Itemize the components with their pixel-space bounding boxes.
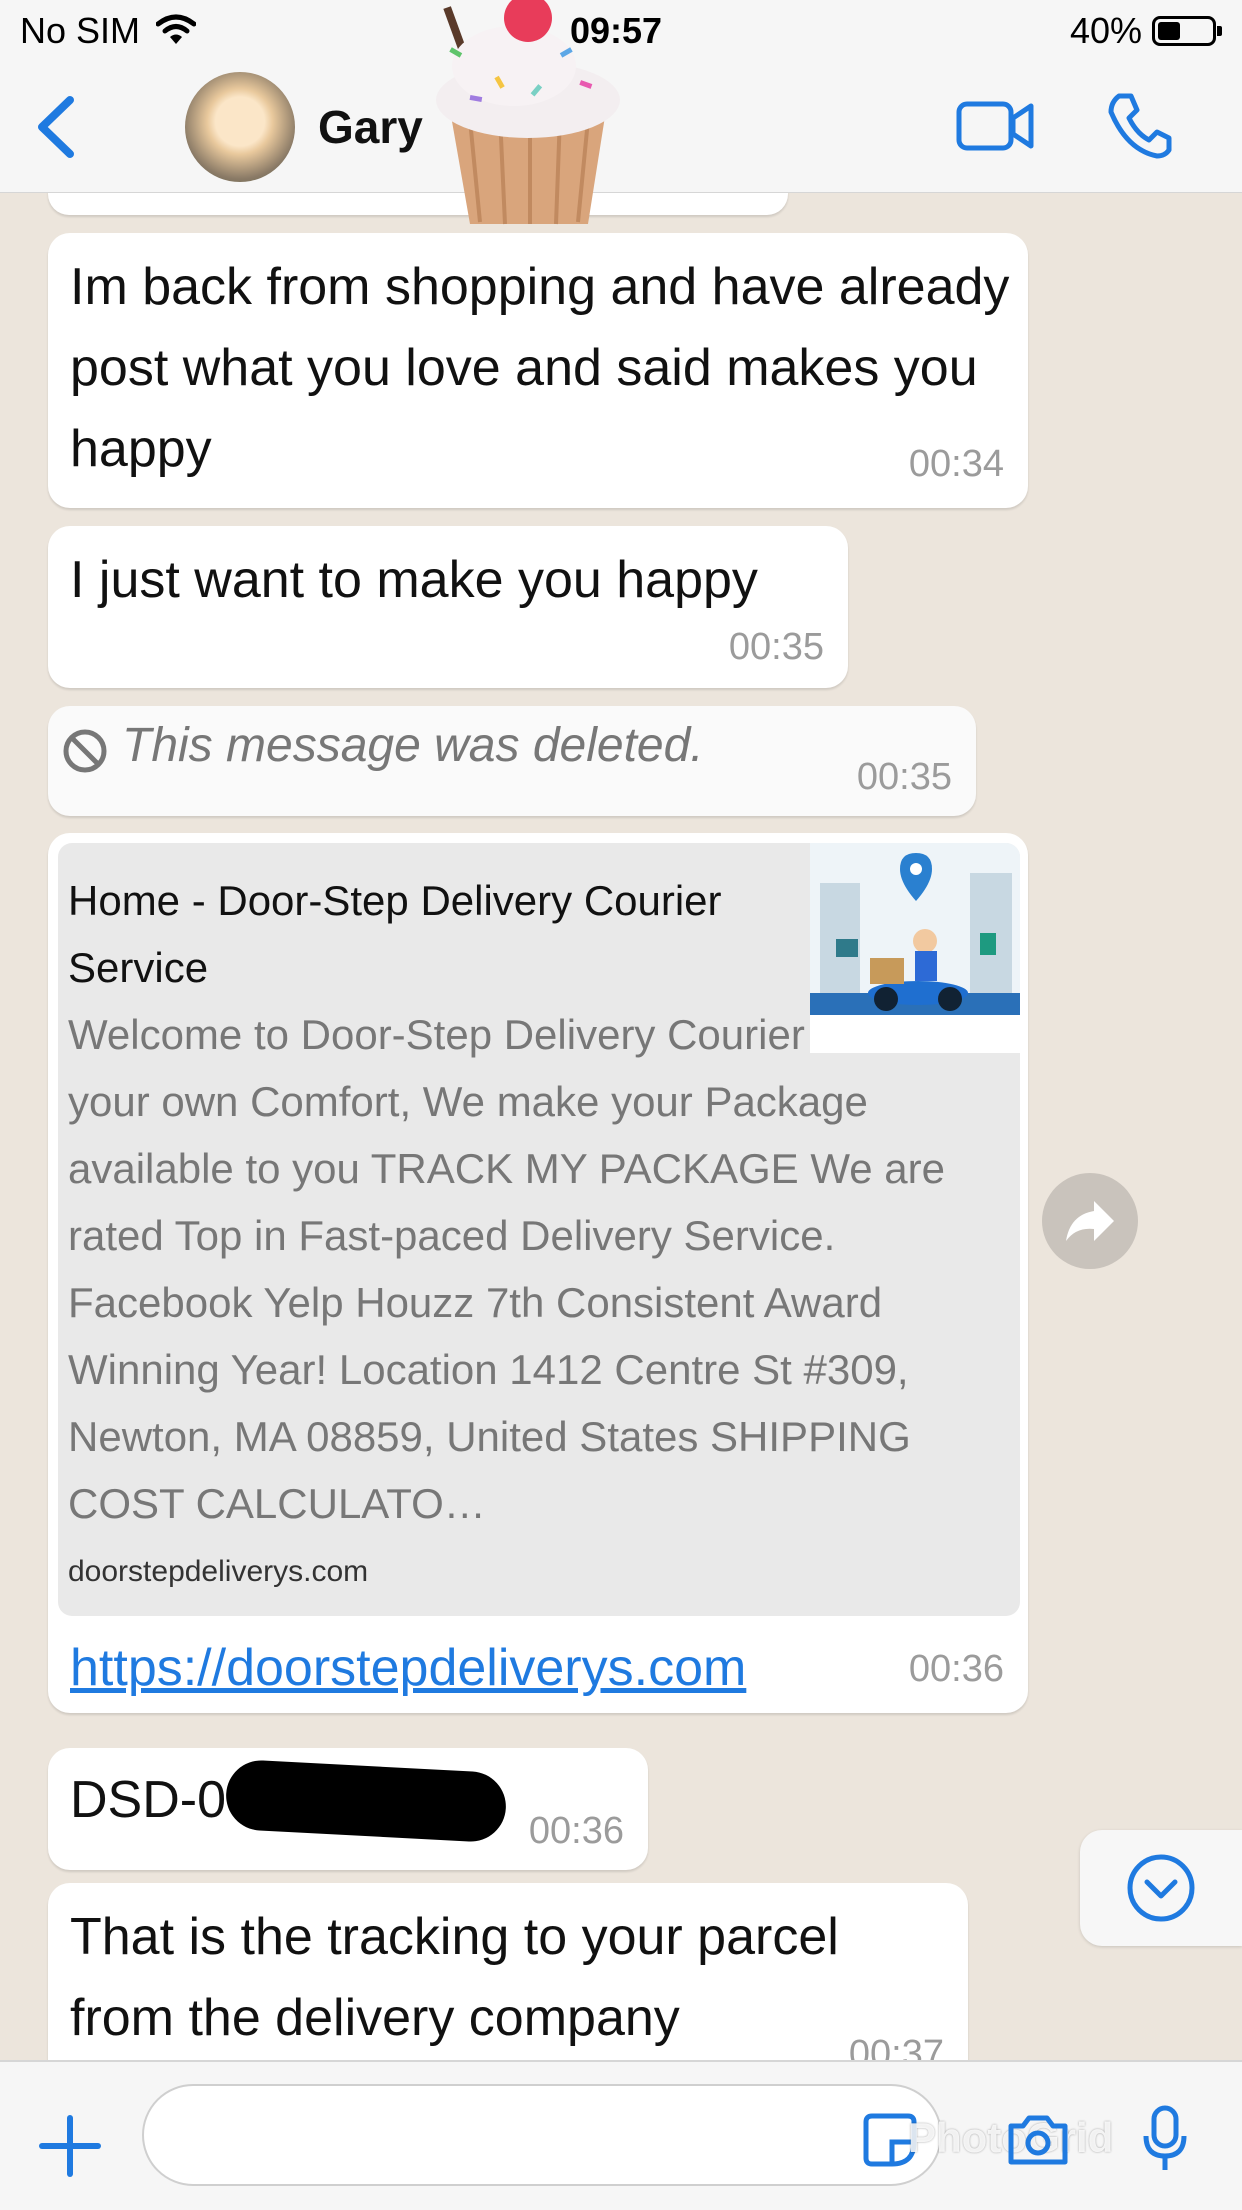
link-preview-title: Home - Door-Step Delivery Courier Servic… [68,877,722,991]
message-text: That is the tracking to your parcel from… [70,1908,839,2047]
message-text: I just want to make you happy [70,551,758,609]
message-time: 00:35 [856,756,952,798]
back-chevron-icon[interactable] [30,92,90,162]
deleted-message-bubble[interactable]: This message was deleted. 00:35 [48,706,976,816]
camera-icon[interactable] [1005,2112,1071,2168]
link-preview-description: Welcome to Door-Step Delivery Courier Se… [68,1011,1006,1527]
link-url[interactable]: https://doorstepdeliverys.com [70,1638,746,1698]
message-time: 00:37 [848,2033,944,2060]
message-text: DSD-0 [70,1771,227,1829]
avatar[interactable] [185,72,295,182]
redaction-mark [224,1758,508,1844]
message-text: Im back from shopping and have already p… [70,258,1010,478]
message-time: 00:34 [908,443,1004,485]
plus-icon[interactable] [38,2114,102,2178]
forward-arrow-icon [1066,1201,1114,1241]
cupcake-sticker [436,0,620,225]
microphone-icon[interactable] [1140,2104,1190,2174]
video-call-icon[interactable] [955,96,1035,156]
link-preview-card[interactable]: Home - Door-Step Delivery Courier Servic… [58,843,1020,1616]
phone-icon[interactable] [1105,90,1175,160]
deleted-block-icon [63,729,107,773]
scroll-to-bottom-button[interactable] [1080,1830,1242,1946]
message-bubble[interactable]: That is the tracking to your parcel from… [48,1883,968,2060]
carrier-label: No SIM [20,10,141,51]
message-time: 00:36 [528,1810,624,1852]
battery-percent: 40% [1070,10,1143,51]
contact-name[interactable]: Gary [318,100,423,154]
link-preview-thumbnail [810,843,1020,1053]
message-bubble[interactable]: Im back from shopping and have already p… [48,233,1028,508]
battery-icon [1152,16,1222,46]
message-bubble[interactable]: I just want to make you happy 00:35 [48,526,848,688]
chat-area[interactable]: Im back from shopping and have already p… [0,193,1242,2060]
deleted-message-text: This message was deleted. [122,719,704,772]
forward-button[interactable] [1042,1173,1138,1269]
message-time: 00:35 [728,626,824,668]
link-preview-domain: doorstepdeliverys.com [68,1555,369,1588]
link-message-bubble[interactable]: Home - Door-Step Delivery Courier Servic… [48,833,1028,1713]
message-input-bar: PhotoGrid [0,2060,1242,2210]
message-input[interactable] [142,2084,942,2186]
chevron-down-circle-icon [1127,1854,1195,1922]
message-time: 00:36 [908,1648,1004,1690]
wifi-icon [156,14,196,44]
